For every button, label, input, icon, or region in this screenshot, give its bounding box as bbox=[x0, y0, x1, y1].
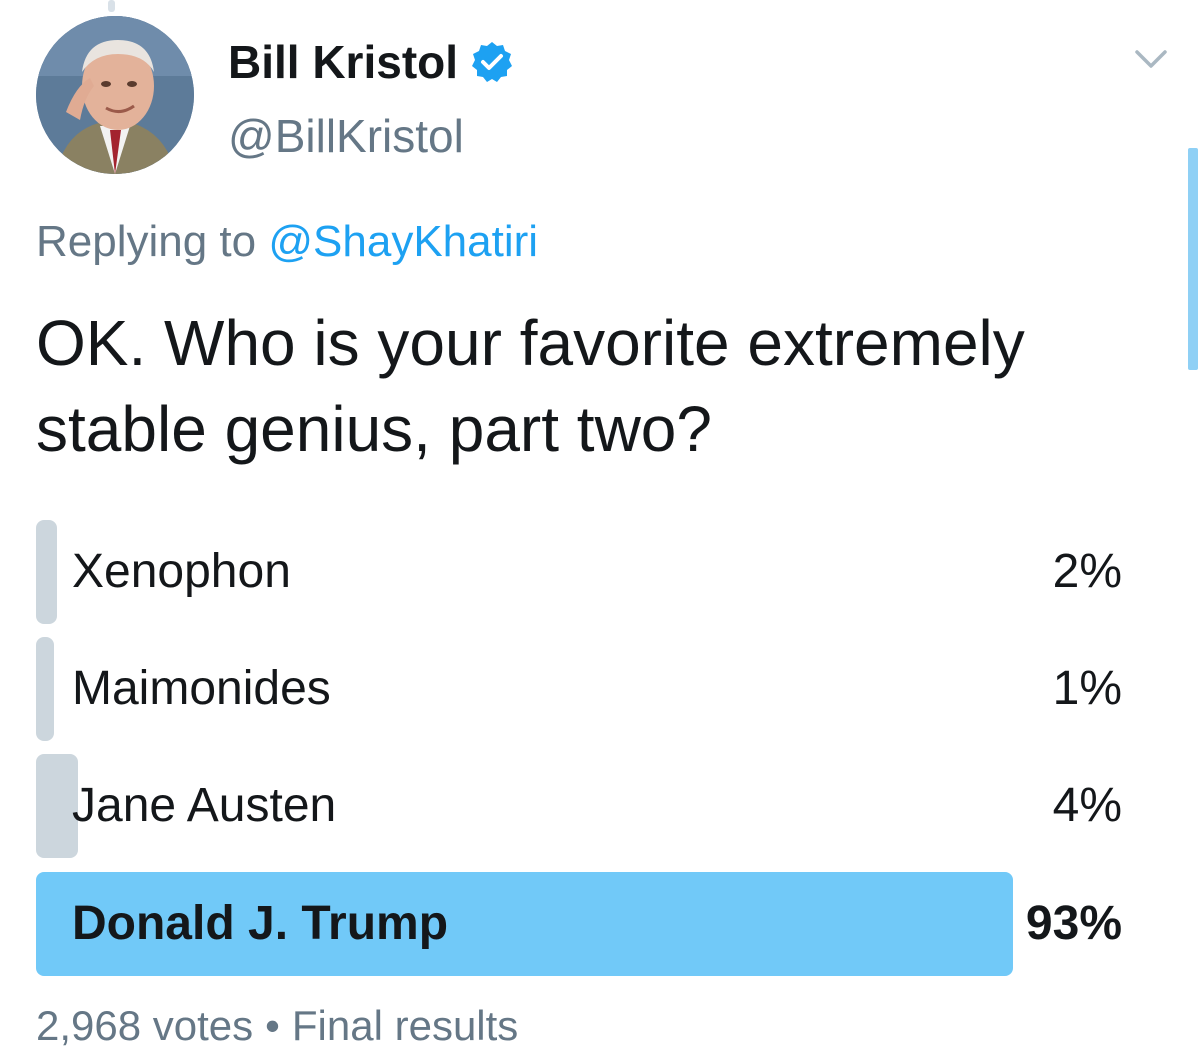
thread-connector-line bbox=[108, 0, 115, 12]
poll-option-percent: 2% bbox=[1052, 545, 1122, 598]
poll-option: Jane Austen 4% bbox=[36, 754, 1126, 858]
poll-option-percent: 93% bbox=[1025, 897, 1122, 950]
author-name-row[interactable]: Bill Kristol bbox=[228, 34, 514, 90]
poll-option-label: Donald J. Trump bbox=[72, 897, 449, 950]
poll-option-percent: 4% bbox=[1052, 779, 1122, 832]
chevron-down-icon[interactable] bbox=[1134, 48, 1168, 72]
poll-option-percent: 1% bbox=[1052, 662, 1122, 715]
tweet-text: OK. Who is your favorite extremely stabl… bbox=[36, 307, 1025, 465]
scrollbar[interactable] bbox=[1188, 148, 1198, 370]
poll-option-label: Jane Austen bbox=[72, 779, 337, 832]
poll-bar bbox=[36, 520, 57, 624]
reply-handle-link[interactable]: @ShayKhatiri bbox=[268, 217, 538, 266]
separator-dot: • bbox=[265, 1002, 280, 1049]
author-name[interactable]: Bill Kristol bbox=[228, 34, 458, 90]
poll-bar bbox=[36, 637, 54, 741]
poll-option-label: Maimonides bbox=[72, 662, 331, 715]
poll-option: Maimonides 1% bbox=[36, 637, 1126, 741]
poll-footer: 2,968 votes • Final results bbox=[36, 998, 518, 1054]
poll-option-label: Xenophon bbox=[72, 545, 291, 598]
avatar-image bbox=[36, 16, 194, 174]
poll-vote-count: 2,968 votes bbox=[36, 1002, 254, 1049]
avatar[interactable] bbox=[36, 16, 194, 174]
poll-status: Final results bbox=[291, 1002, 519, 1049]
reply-prefix: Replying to bbox=[36, 217, 257, 266]
poll-option-winner: Donald J. Trump 93% bbox=[36, 872, 1126, 976]
verified-badge-icon bbox=[470, 40, 514, 84]
reply-context: Replying to @ShayKhatiri bbox=[36, 214, 538, 270]
poll-option: Xenophon 2% bbox=[36, 520, 1126, 624]
author-handle[interactable]: @BillKristol bbox=[228, 108, 464, 164]
